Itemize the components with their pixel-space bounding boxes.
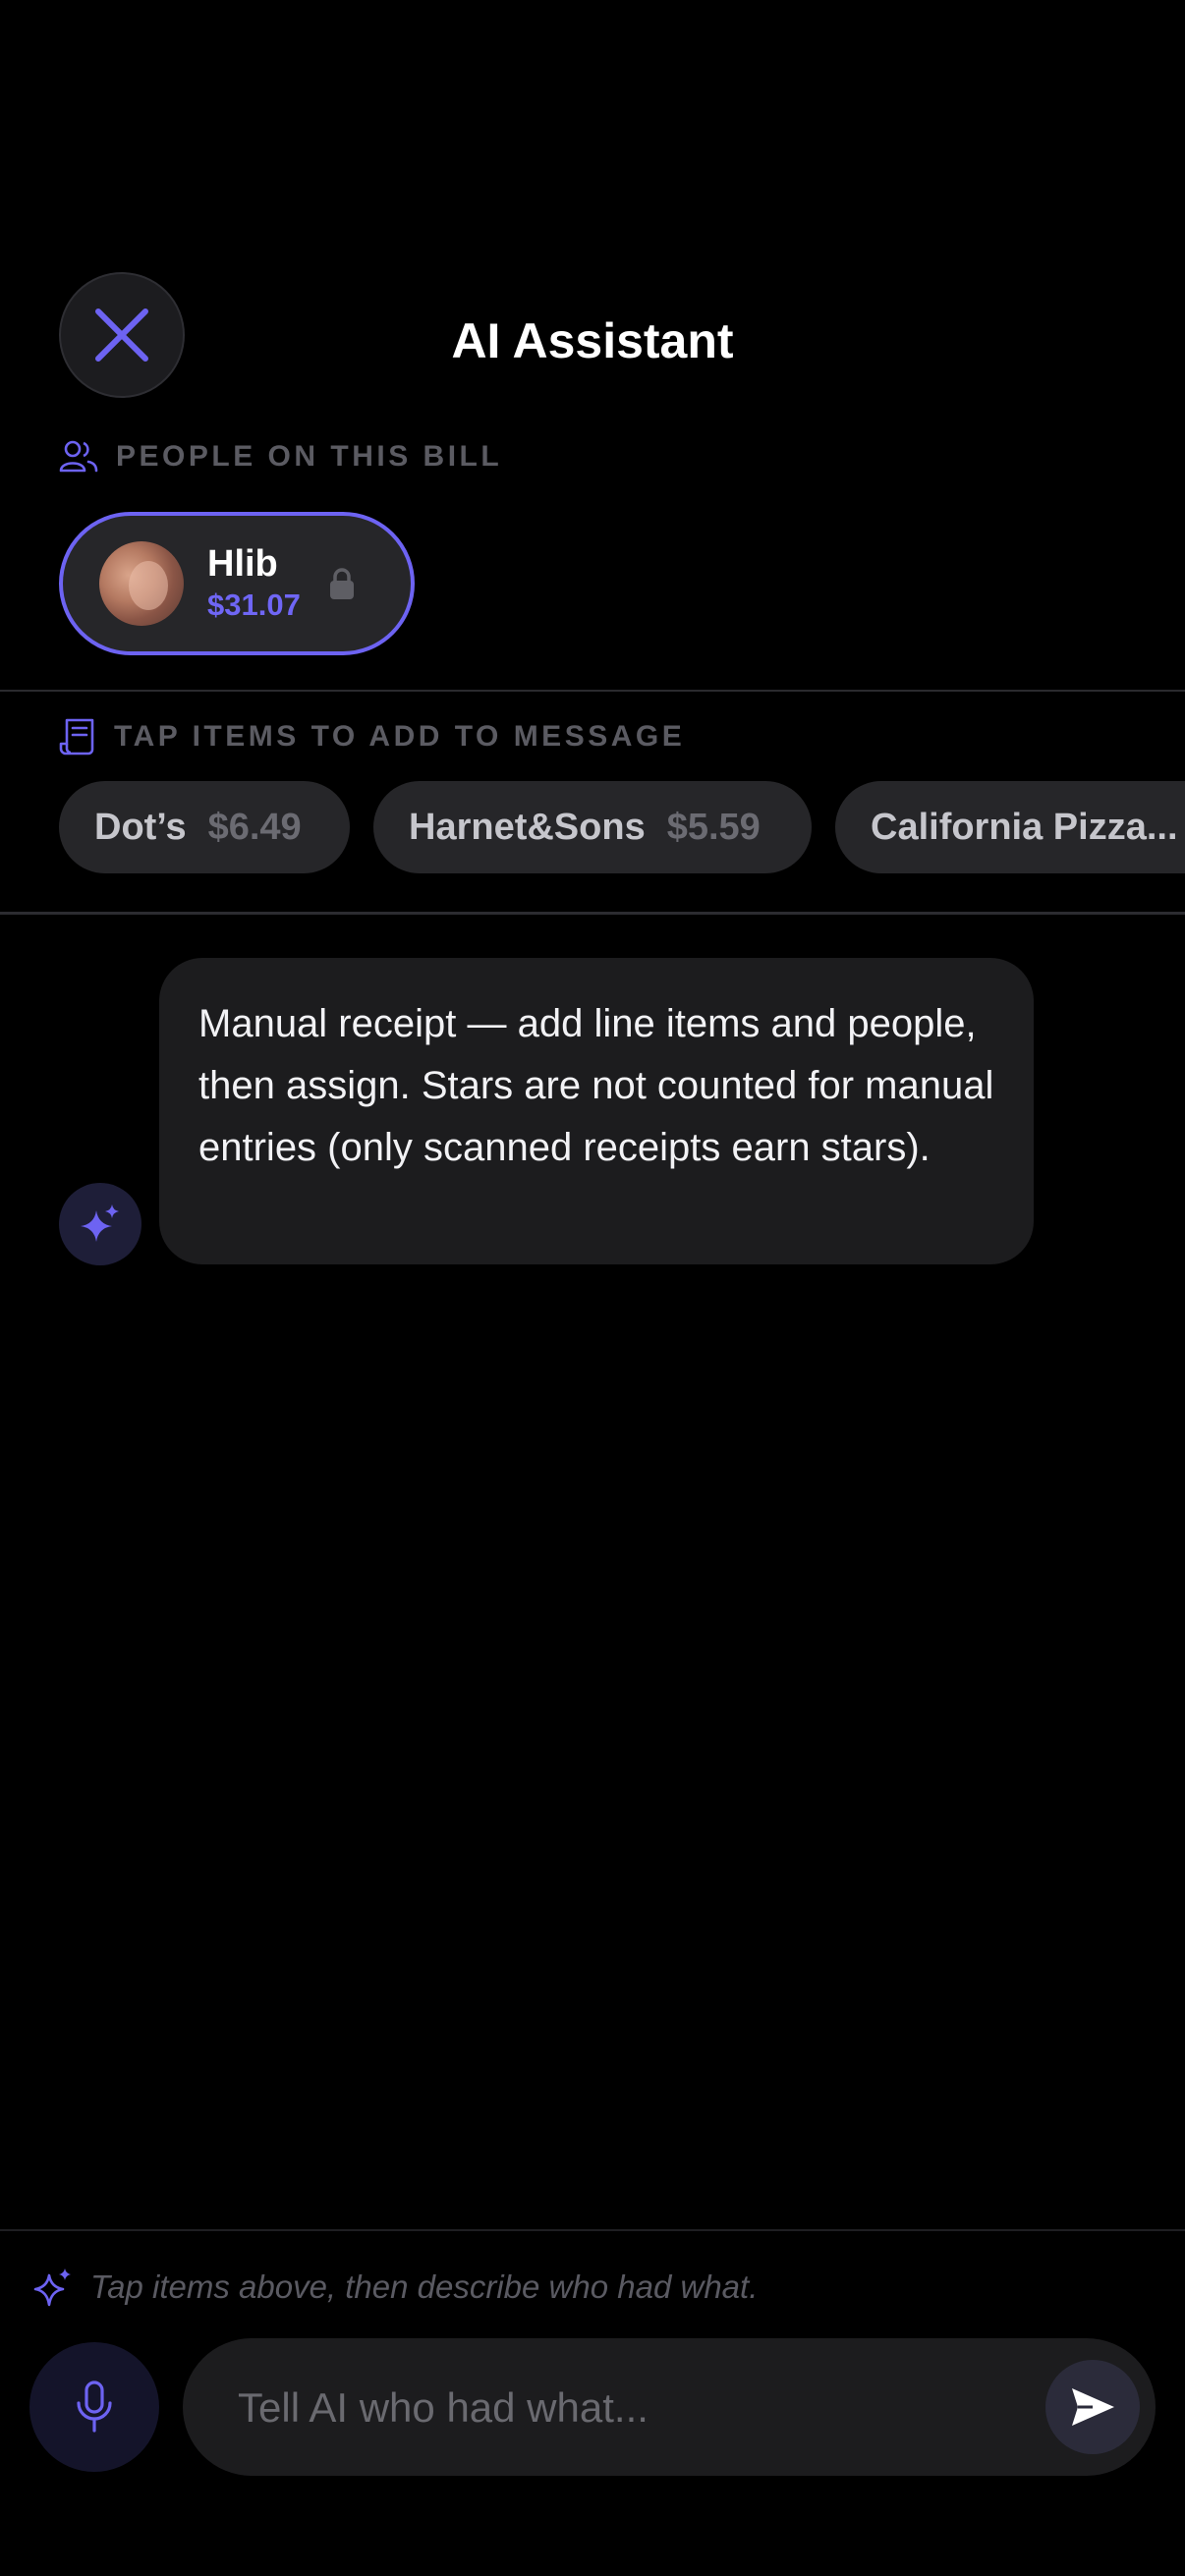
item-price: $5.59 <box>666 806 761 848</box>
sparkle-icon <box>81 1204 119 1242</box>
people-section-header: PEOPLE ON THIS BILL <box>59 439 502 475</box>
items-section-header: TAP ITEMS TO ADD TO MESSAGE <box>59 717 685 756</box>
message-input[interactable] <box>236 2338 1006 2478</box>
page-title: AI Assistant <box>451 313 734 368</box>
receipt-icon <box>59 718 94 756</box>
lock-icon <box>329 568 354 599</box>
message-input-container <box>183 2338 1156 2478</box>
item-price: $6.49 <box>207 806 302 848</box>
composer-hint-text: Tap items above, then describe who had w… <box>90 2268 759 2305</box>
ai-avatar <box>59 1183 141 1265</box>
item-chip-california-pizza[interactable]: California Pizza... <box>835 781 1185 873</box>
item-name: Dot’s <box>94 806 187 848</box>
mic-button[interactable] <box>29 2342 159 2472</box>
mic-icon <box>77 2380 112 2433</box>
people-icon <box>59 440 98 473</box>
send-icon <box>1072 2388 1114 2426</box>
avatar <box>99 541 184 626</box>
person-name: Hlib <box>207 543 278 585</box>
sparkle-icon <box>33 2268 71 2307</box>
item-chip-harnet-sons[interactable]: Harnet&Sons $5.59 <box>373 781 812 873</box>
person-amount: $31.07 <box>207 588 301 622</box>
send-button[interactable] <box>1045 2360 1140 2454</box>
person-chip-hlib[interactable]: Hlib $31.07 <box>59 512 415 655</box>
composer-divider <box>0 2229 1185 2231</box>
section-divider <box>0 912 1185 915</box>
composer-hint: Tap items above, then describe who had w… <box>31 2266 758 2309</box>
items-section-label: TAP ITEMS TO ADD TO MESSAGE <box>114 720 686 753</box>
item-chip-dots[interactable]: Dot’s $6.49 <box>59 781 350 873</box>
people-section-label: PEOPLE ON THIS BILL <box>116 440 503 473</box>
item-name: Harnet&Sons <box>409 806 646 848</box>
item-name: California Pizza... <box>871 806 1178 848</box>
ai-message-bubble: Manual receipt — add line items and peop… <box>159 958 1034 1264</box>
section-divider <box>0 690 1185 692</box>
